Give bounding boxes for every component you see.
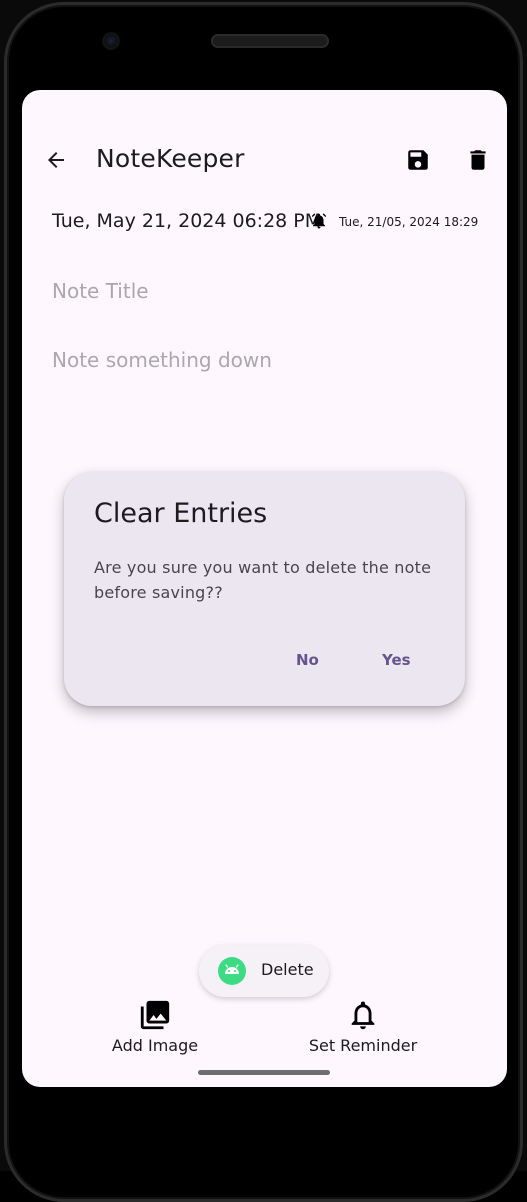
front-camera xyxy=(102,32,120,50)
top-app-bar: NoteKeeper xyxy=(22,130,507,190)
add-image-label: Add Image xyxy=(111,1036,199,1055)
dialog-title: Clear Entries xyxy=(94,498,268,529)
home-indicator[interactable] xyxy=(198,1070,330,1075)
bell-icon xyxy=(351,1001,375,1030)
earpiece-speaker xyxy=(211,34,329,48)
toast-message: Delete xyxy=(199,945,329,997)
note-date: Tue, May 21, 2024 06:28 PM xyxy=(52,210,322,232)
app-screen: NoteKeeper Tue, May 21, 2024 06:28 PM Tu… xyxy=(22,90,507,1087)
save-button[interactable] xyxy=(402,144,434,176)
note-title-input[interactable] xyxy=(52,276,472,306)
app-title: NoteKeeper xyxy=(96,144,245,173)
alarm-icon xyxy=(311,213,327,229)
delete-icon xyxy=(470,150,486,170)
photo-library-icon xyxy=(140,1000,170,1030)
back-button[interactable] xyxy=(40,144,72,176)
yes-button[interactable]: Yes xyxy=(366,640,427,680)
dialog-message: Are you sure you want to delete the note… xyxy=(94,558,432,602)
status-bar xyxy=(22,90,507,114)
set-reminder-label: Set Reminder xyxy=(308,1036,418,1055)
clear-entries-dialog: Clear Entries Are you sure you want to d… xyxy=(64,472,465,706)
note-meta-row: Tue, May 21, 2024 06:28 PM Tue, 21/05, 2… xyxy=(52,208,492,238)
toast-text: Delete xyxy=(261,960,314,979)
note-body-input[interactable] xyxy=(52,345,472,375)
delete-button[interactable] xyxy=(462,144,494,176)
set-reminder-button[interactable]: Set Reminder xyxy=(288,998,438,1060)
device-frame: NoteKeeper Tue, May 21, 2024 06:28 PM Tu… xyxy=(0,0,527,1202)
no-button[interactable]: No xyxy=(280,640,335,680)
add-image-button[interactable]: Add Image xyxy=(80,998,230,1060)
arrow-back-icon xyxy=(48,152,64,168)
save-icon xyxy=(408,150,428,170)
android-icon xyxy=(218,957,246,985)
reminder-time: Tue, 21/05, 2024 18:29 xyxy=(339,215,479,229)
